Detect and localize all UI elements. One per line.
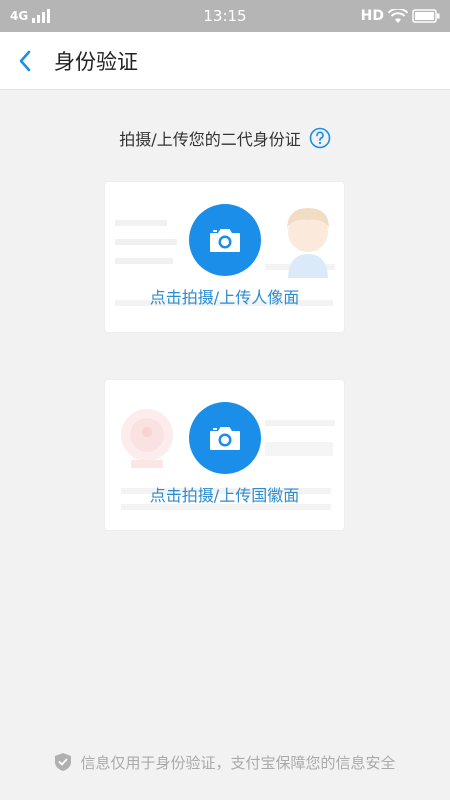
security-notice-text: 信息仅用于身份验证，支付宝保障您的信息安全	[80, 753, 396, 772]
nav-bar: 身份验证	[0, 32, 450, 90]
instruction: 拍摄/上传您的二代身份证	[0, 124, 450, 152]
upload-emblem-side-card[interactable]: 点击拍摄/上传国徽面	[105, 380, 344, 530]
upload-portrait-side-card[interactable]: 点击拍摄/上传人像面	[105, 182, 344, 332]
shield-icon	[55, 753, 72, 771]
status-left: 4G	[10, 9, 51, 23]
camera-icon	[210, 229, 240, 252]
status-bar: 4G 13:15 HD	[0, 0, 450, 32]
card-label-portrait: 点击拍摄/上传人像面	[149, 288, 300, 307]
camera-button[interactable]	[189, 204, 261, 276]
page-title: 身份验证	[54, 49, 138, 74]
instruction-text: 拍摄/上传您的二代身份证	[119, 130, 301, 149]
chevron-left-icon	[19, 50, 31, 71]
wifi-icon	[388, 8, 408, 23]
security-notice: 信息仅用于身份验证，支付宝保障您的信息安全	[0, 748, 450, 776]
network-type: 4G	[10, 9, 29, 23]
back-button[interactable]	[0, 32, 50, 90]
status-right: HD	[361, 8, 440, 24]
signal-icon	[32, 9, 51, 23]
camera-icon	[210, 427, 240, 450]
hd-indicator: HD	[360, 8, 384, 24]
card-label-emblem: 点击拍摄/上传国徽面	[149, 486, 300, 505]
question-circle-icon[interactable]	[309, 127, 331, 149]
battery-icon	[412, 9, 440, 23]
camera-button[interactable]	[189, 402, 261, 474]
